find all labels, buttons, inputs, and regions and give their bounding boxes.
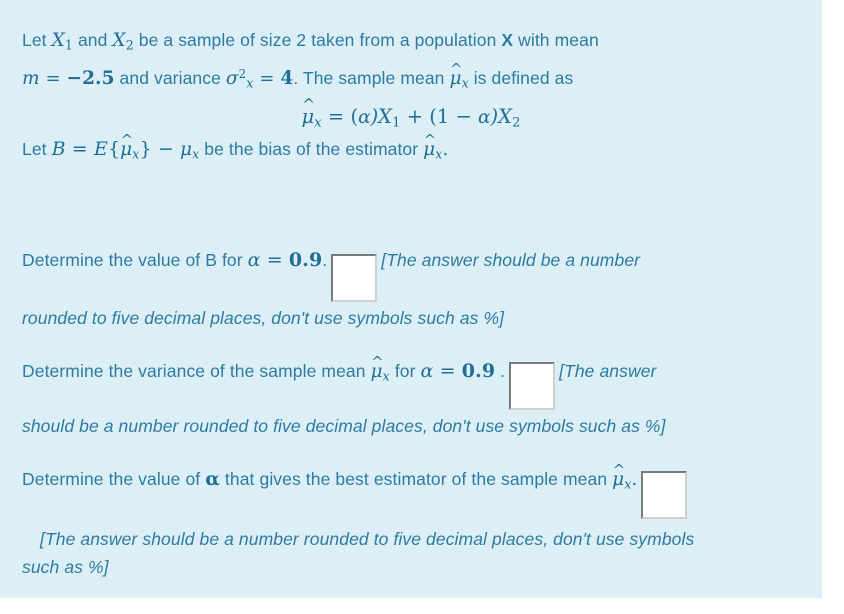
question-2-muhat: ^ μx — [370, 353, 390, 384]
bias-muhat-trailing: ^ μx — [423, 131, 443, 162]
question-3-prompt-row: Determine the value of α that gives the … — [22, 462, 800, 519]
intro-text-e: and variance — [114, 67, 226, 88]
mean-value: −2.5 — [66, 67, 115, 89]
formula-equals: = — [327, 105, 345, 129]
question-3-period: . — [631, 469, 638, 491]
bias-equals: = — [65, 137, 94, 160]
alpha-symbol: α — [247, 249, 261, 272]
question-2-equals: = — [433, 359, 462, 382]
variance-symbol-sigma: σ2x — [225, 66, 254, 91]
question-3-note-part2: such as %] — [22, 556, 109, 577]
question-3-note-row-2: [The answer should be a number rounded t… — [22, 525, 800, 553]
estimator-formula: ^ μx = (α)X1 + (1 − α)X2 — [22, 95, 800, 131]
formula-lhs-muhat: ^ μx — [301, 95, 322, 131]
question-2-note-row-2: should be a number rounded to five decim… — [22, 412, 800, 440]
question-2-prompt-row: Determine the variance of the sample mea… — [22, 353, 800, 411]
question-1-text-b: . — [322, 250, 328, 271]
random-variable-x1: X1 — [51, 30, 73, 53]
question-1-alpha-value: 0.9 — [288, 249, 323, 272]
sample-mean-estimator-symbol: ^ μx — [449, 60, 469, 91]
question-1-prompt-row: Determine the value of B for α = 0.9. [Th… — [22, 246, 800, 302]
question-3: Determine the value of α that gives the … — [22, 462, 800, 581]
alpha-symbol-bold: α — [205, 468, 220, 491]
vertical-spacer — [22, 168, 800, 246]
brace-open: { — [107, 137, 121, 160]
intro-text-c: be a sample of size 2 taken from a popul… — [133, 30, 502, 50]
question-1-equals: = — [260, 249, 289, 272]
intro-text-g: is defined as — [468, 67, 574, 88]
bias-period: . — [442, 138, 449, 160]
intro-text-a: Let — [22, 30, 52, 50]
problem-card: Let X1 and X2 be a sample of size 2 take… — [0, 0, 822, 598]
question-1: Determine the value of B for α = 0.9. [Th… — [22, 246, 800, 332]
population-variable-x: X — [501, 30, 514, 50]
equals-sign-2: = — [253, 67, 281, 89]
bias-minus: − — [151, 137, 180, 160]
question-3-note-part1: [The answer should be a number rounded t… — [40, 528, 695, 549]
bias-symbol-B: B — [51, 137, 66, 160]
question-2-text-for: for — [389, 360, 421, 381]
question-3-text-b: that gives the best estimator of the sam… — [219, 469, 613, 490]
question-3-note-row-3: such as %] — [22, 553, 800, 581]
true-mean-mu: μx — [180, 138, 200, 162]
alpha-symbol: α — [420, 359, 434, 382]
intro-text-b: and — [72, 30, 113, 50]
random-variable-x2: X2 — [112, 30, 134, 53]
intro-line-1: Let X1 and X2 be a sample of size 2 take… — [22, 26, 800, 60]
formula-rhs: (α)X1 + (1 − α)X2 — [350, 105, 521, 131]
question-3-text-a: Determine the value of — [22, 469, 206, 490]
intro-line-2: m = −2.5 and variance σ2x = 4. The sampl… — [22, 60, 800, 98]
brace-close: } — [139, 137, 152, 160]
bias-text-a: Let — [22, 138, 52, 159]
bias-muhat-inner: ^ μx — [120, 131, 140, 162]
answer-input-bias[interactable] — [331, 253, 378, 302]
question-2-alpha-value: 0.9 — [461, 359, 496, 382]
question-3-muhat: ^ μx — [612, 462, 632, 492]
intro-text-d: with mean — [513, 30, 599, 50]
answer-input-alpha[interactable] — [641, 470, 688, 519]
answer-input-variance[interactable] — [509, 362, 556, 411]
question-2: Determine the variance of the sample mea… — [22, 353, 800, 441]
expectation-operator-E: E — [93, 137, 108, 160]
problem-statement: Let X1 and X2 be a sample of size 2 take… — [22, 26, 800, 168]
question-1-text-a: Determine the value of B for — [22, 250, 248, 271]
question-1-note-part2: rounded to five decimal places, don't us… — [22, 307, 505, 328]
question-2-text-a: Determine the variance of the sample mea… — [22, 360, 371, 381]
equals-sign-1: = — [39, 67, 67, 89]
question-2-note-part2: should be a number rounded to five decim… — [22, 416, 666, 437]
mean-symbol-m: m — [22, 67, 40, 89]
variance-value: 4 — [280, 67, 294, 89]
question-2-note-part1: [The answer — [559, 360, 657, 381]
bias-definition-line: Let B = E{^ μx} − μx be the bias of the e… — [22, 131, 800, 169]
intro-text-f: . The sample mean — [293, 67, 450, 88]
bias-text-b: be the bias of the estimator — [199, 138, 424, 159]
question-2-text-b: . — [495, 360, 506, 381]
question-1-note-row-2: rounded to five decimal places, don't us… — [22, 304, 800, 332]
question-1-note-part1: [The answer should be a number — [381, 250, 641, 271]
